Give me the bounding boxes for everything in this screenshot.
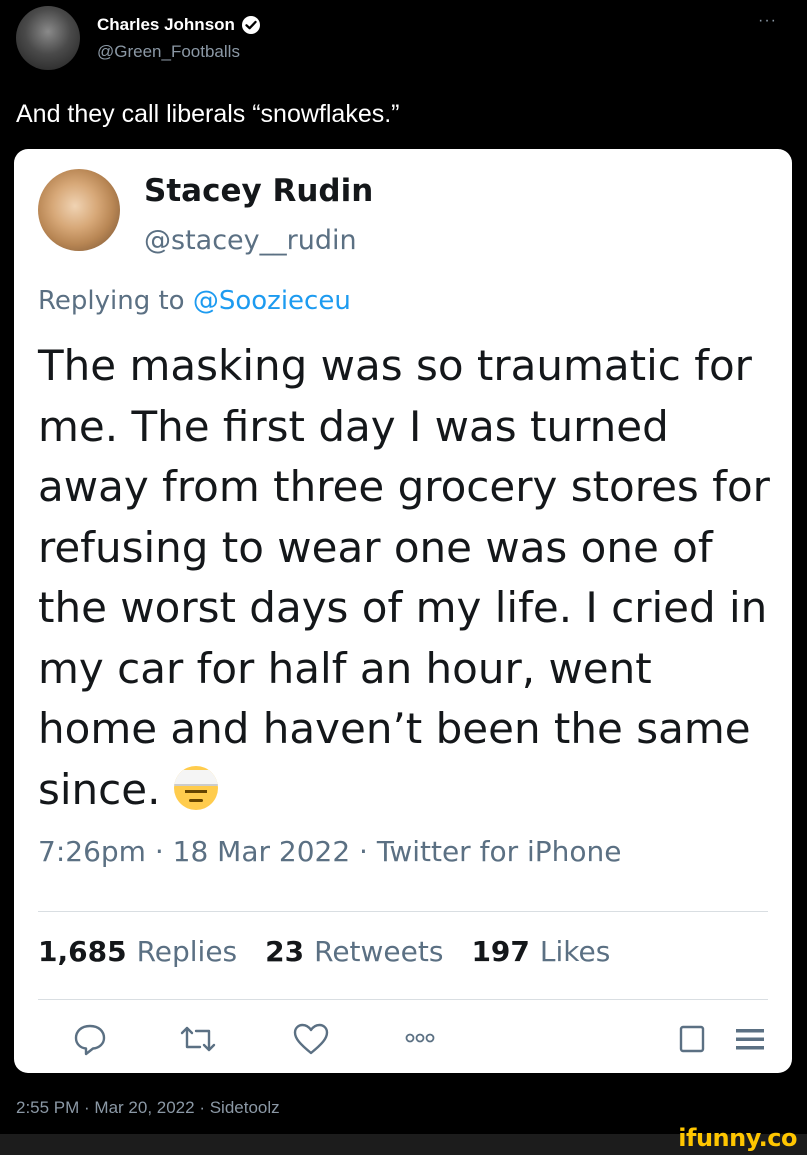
retweet-icon <box>176 1021 220 1057</box>
square-icon <box>678 1021 706 1057</box>
author-name-row: Charles Johnson <box>97 15 261 35</box>
author-avatar[interactable] <box>16 6 80 70</box>
verified-badge-icon <box>241 15 261 35</box>
retweets-label: Retweets <box>314 935 444 968</box>
embedded-timestamp: 7:26pm · 18 Mar 2022 · Twitter for iPhon… <box>38 835 622 868</box>
replying-prefix: Replying to <box>38 286 193 316</box>
action-bar <box>14 1019 792 1063</box>
retweets-count: 23 <box>265 935 305 968</box>
likes-count: 197 <box>471 935 530 968</box>
embedded-author-avatar <box>38 169 120 251</box>
embedded-tweet-text: The masking was so traumatic for me. The… <box>38 341 770 814</box>
more-icon <box>402 1031 438 1045</box>
embedded-author-handle: @stacey__rudin <box>144 225 357 256</box>
likes-label: Likes <box>539 935 611 968</box>
embedded-tweet-body: The masking was so traumatic for me. The… <box>38 336 776 820</box>
replying-to: Replying to @Soozieceu <box>38 286 351 316</box>
replies-count: 1,685 <box>38 935 127 968</box>
replying-mention: @Soozieceu <box>192 286 351 316</box>
menu-icon <box>734 1021 766 1057</box>
tweet-text: And they call liberals “snowflakes.” <box>16 100 400 128</box>
like-icon <box>292 1021 330 1057</box>
embedded-tweet-image[interactable]: Stacey Rudin @stacey__rudin Replying to … <box>14 149 792 1073</box>
face-with-head-bandage-icon <box>173 765 218 810</box>
reply-icon <box>72 1021 108 1057</box>
tweet-timestamp[interactable]: 2:55 PM · Mar 20, 2022 · Sidetoolz <box>16 1098 280 1118</box>
embedded-author-name: Stacey Rudin <box>144 173 374 209</box>
engagement-stats: 1,685 Replies 23 Retweets 197 Likes <box>38 935 610 968</box>
more-options-icon[interactable]: ··· <box>758 12 777 30</box>
replies-label: Replies <box>136 935 238 968</box>
divider <box>38 999 768 1000</box>
ifunny-watermark: ifunny.co <box>678 1124 797 1152</box>
divider <box>38 911 768 912</box>
author-handle[interactable]: @Green_Footballs <box>97 42 240 62</box>
author-name[interactable]: Charles Johnson <box>97 15 235 35</box>
